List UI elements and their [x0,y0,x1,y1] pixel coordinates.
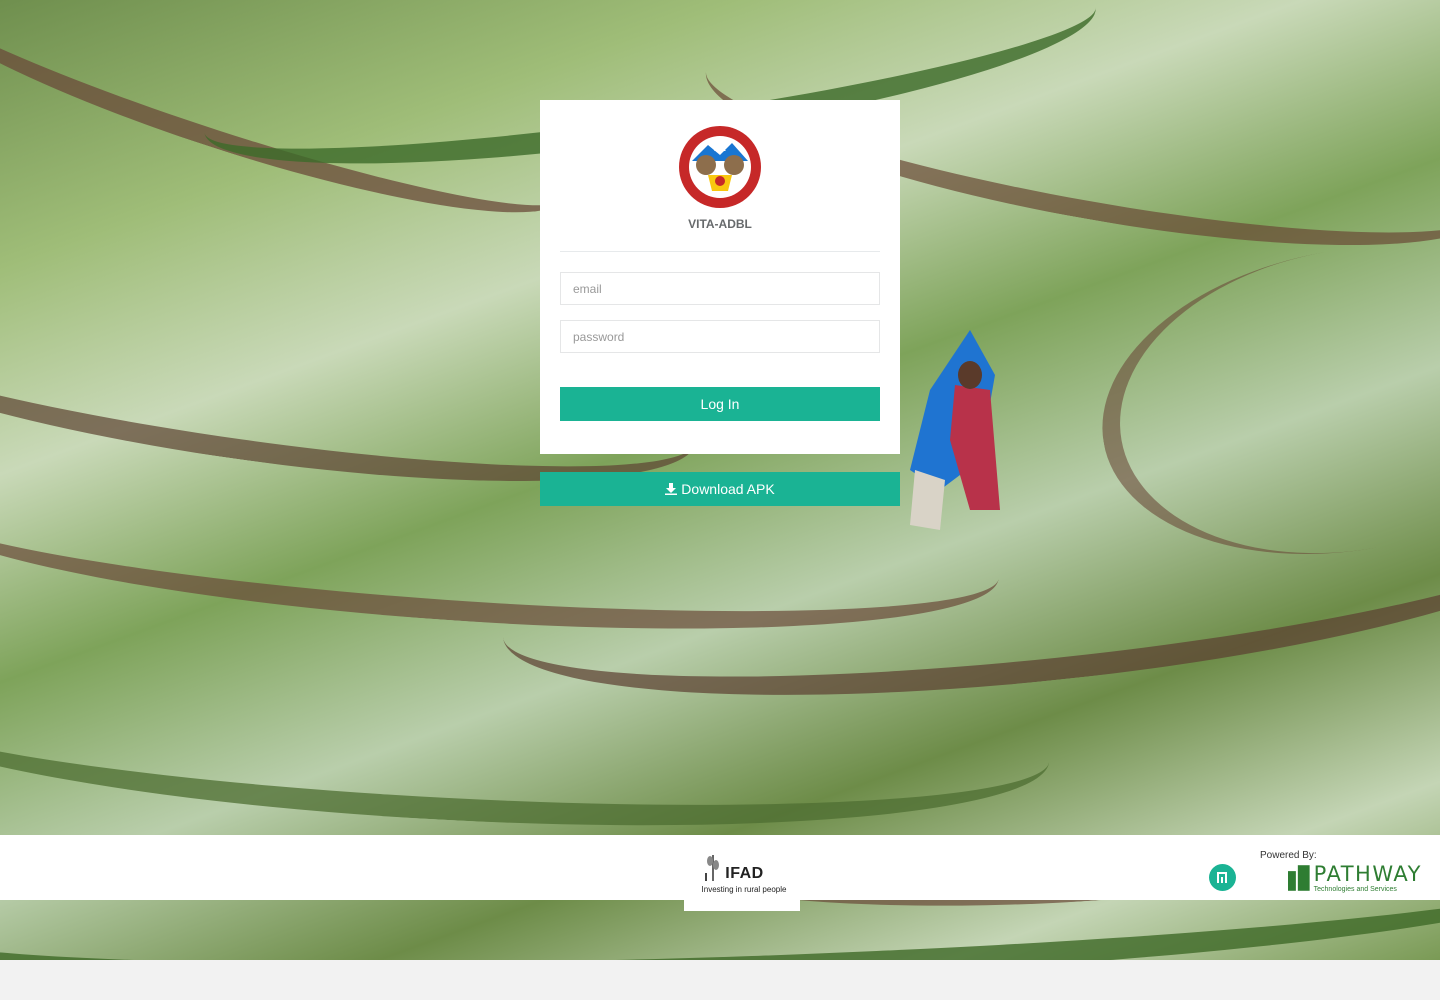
divider [560,251,880,252]
adbl-logo [679,126,761,208]
ifad-tagline: Investing in rural people [701,884,787,894]
wheat-icon [705,854,720,881]
app-name: VITA-ADBL [688,217,752,231]
farmer-figure [910,330,1000,530]
download-icon [665,483,678,495]
pathway-logo: PATHWAY Technologies and Services [1288,863,1422,893]
email-field[interactable] [560,272,880,305]
powered-by-label: Powered By: [1260,850,1317,861]
partner-round-logo [1209,864,1236,891]
login-button[interactable]: Log In [560,387,880,421]
pathway-name: PATHWAY [1313,861,1422,886]
ifad-logo: IFAD Investing in rural people [684,835,800,911]
partner-mark-icon [1216,871,1227,883]
pathway-tagline: Technologies and Services [1313,885,1397,893]
download-apk-label: Download APK [681,481,775,497]
password-field[interactable] [560,320,880,353]
login-card: VITA-ADBL Log In [540,100,900,454]
download-apk-button[interactable]: Download APK [540,472,900,506]
pathway-mark-icon [1288,865,1310,891]
ifad-name: IFAD [725,864,764,882]
